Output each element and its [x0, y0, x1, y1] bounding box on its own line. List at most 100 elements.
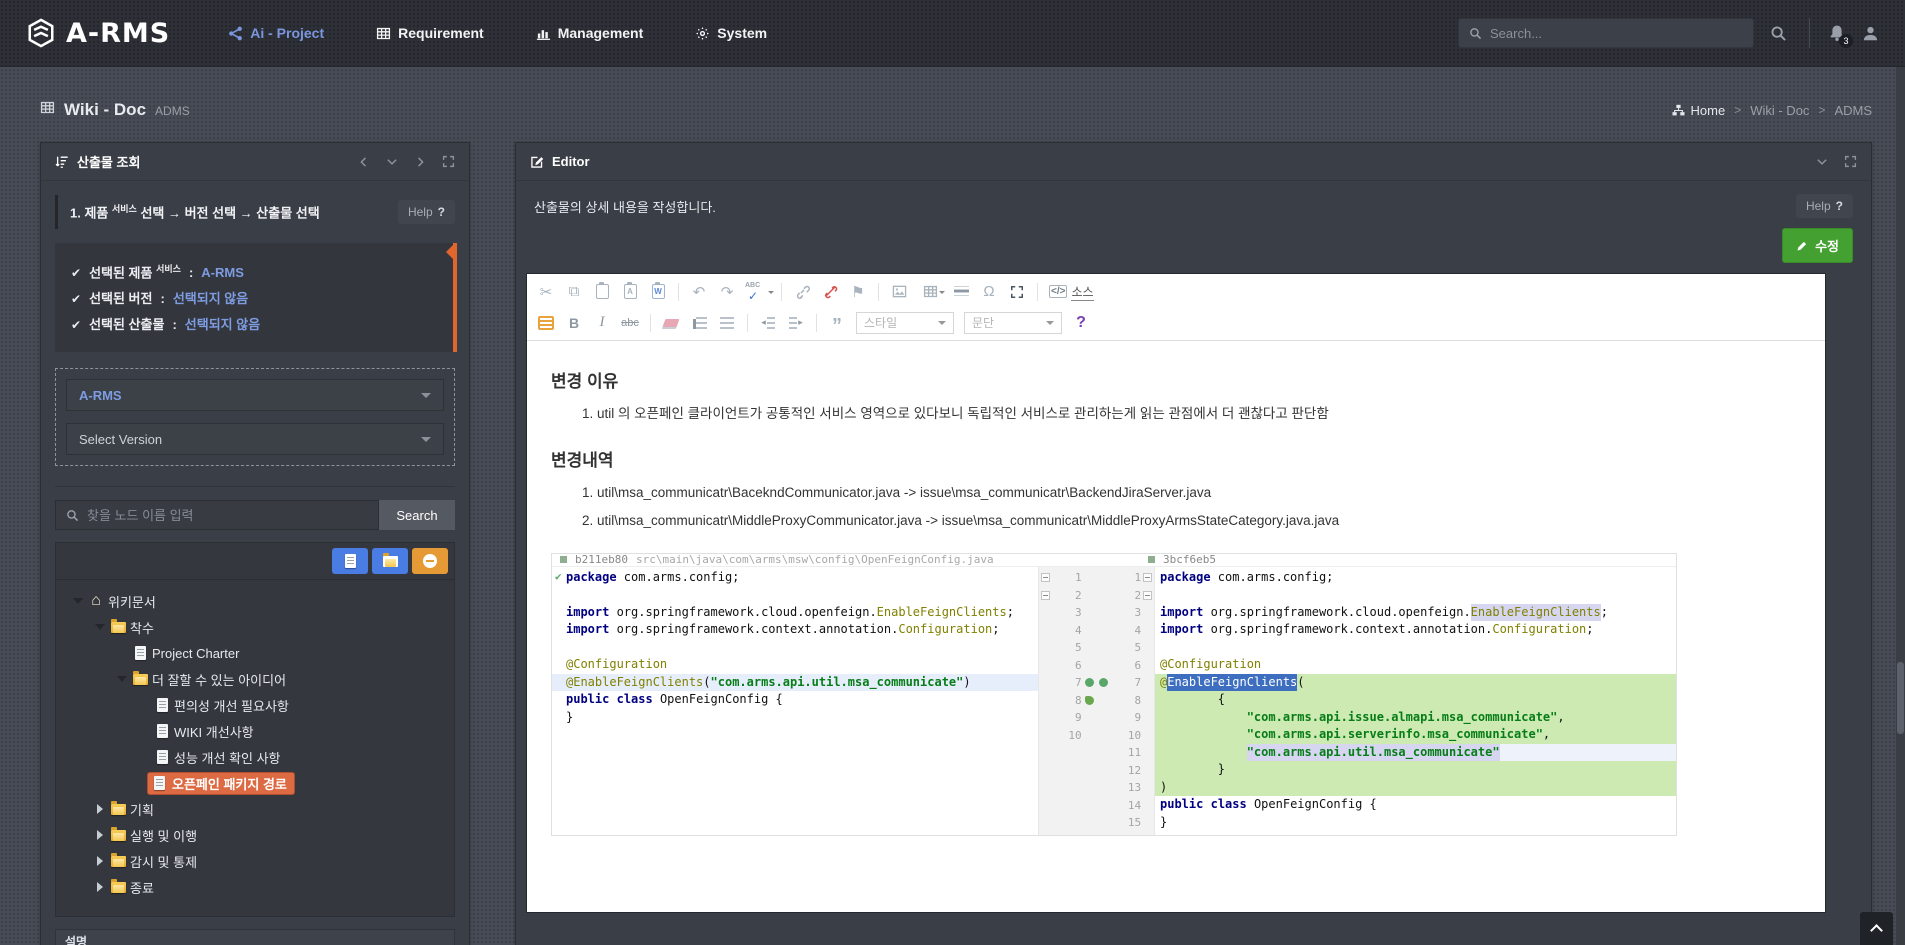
paste-icon[interactable] — [589, 280, 615, 304]
tree-search-input[interactable] — [87, 508, 368, 523]
unlink-icon[interactable] — [817, 280, 843, 304]
strike-icon[interactable]: abc — [617, 311, 643, 335]
redo-icon[interactable]: ↷ — [714, 280, 740, 304]
styles-dropdown[interactable]: 스타일 — [856, 312, 954, 334]
bold-icon[interactable]: B — [561, 311, 587, 335]
indent-icon[interactable]: ▸ — [783, 311, 809, 335]
tree-node-folder[interactable]: 더 잘할 수 있는 아이디어 — [66, 666, 444, 692]
bulleted-list-icon[interactable] — [714, 311, 740, 335]
help-button[interactable]: Help? — [398, 200, 455, 224]
tree-collapse-arrow-icon[interactable] — [114, 671, 130, 687]
templates-icon[interactable] — [533, 311, 559, 335]
paste-word-icon[interactable]: W — [645, 280, 671, 304]
spellcheck-icon[interactable]: ABC✓ — [742, 280, 774, 304]
tree-expand-arrow-icon[interactable] — [92, 882, 108, 892]
tree-collapse-arrow-icon[interactable] — [70, 593, 86, 609]
tree-node-folder[interactable]: 기획 — [66, 796, 444, 822]
eraser-icon[interactable] — [658, 311, 684, 335]
tree-expand-arrow-icon[interactable] — [92, 804, 108, 814]
link-icon[interactable] — [789, 280, 815, 304]
tree-collapse-arrow-icon[interactable] — [92, 619, 108, 635]
paste-text-icon[interactable]: A — [617, 280, 643, 304]
nav-item-management[interactable]: Management — [536, 25, 644, 41]
table-icon[interactable] — [914, 280, 946, 304]
italic-icon[interactable]: I — [589, 311, 615, 335]
tree-expand-arrow-icon[interactable] — [92, 830, 108, 840]
gutter-row: 88 — [1039, 691, 1154, 709]
tree-node-folder[interactable]: 실행 및 이행 — [66, 822, 444, 848]
image-icon[interactable] — [886, 280, 912, 304]
breadcrumb-home[interactable]: Home — [1672, 103, 1726, 118]
page-title-text: Wiki - Doc — [64, 100, 146, 120]
tree-node-doc[interactable]: WIKI 개선사항 — [66, 718, 444, 744]
selected-info-label: 선택된 제품 서비스 — [89, 262, 181, 281]
collapse-down-icon[interactable] — [386, 156, 398, 168]
tree-node-doc[interactable]: 성능 개선 확인 사항 — [66, 744, 444, 770]
tree-node-doc[interactable]: Project Charter — [66, 640, 444, 666]
nav-item-system[interactable]: System — [695, 25, 767, 41]
omega-icon[interactable]: Ω — [976, 280, 1002, 304]
breadcrumb-item[interactable]: Wiki - Doc — [1750, 103, 1809, 118]
diff-left-pane[interactable]: ✔ package com.arms.config;import org.spr… — [552, 567, 1038, 836]
code-line — [552, 639, 1038, 657]
search-submit-icon[interactable] — [1770, 25, 1787, 42]
add-folder-button[interactable] — [372, 548, 408, 574]
code-line: package com.arms.config; — [552, 569, 1038, 587]
about-icon[interactable]: ? — [1068, 311, 1094, 335]
scroll-to-top-button[interactable] — [1860, 912, 1893, 945]
breadcrumb-item[interactable]: ADMS — [1834, 103, 1872, 118]
tree-node-doc[interactable]: 오픈페인 패키지 경로 — [66, 770, 444, 796]
numbered-list-icon[interactable] — [686, 311, 712, 335]
tree-node-selected[interactable]: 오픈페인 패키지 경로 — [148, 773, 294, 794]
nav-item-requirement[interactable]: Requirement — [376, 25, 484, 41]
gutter-row: 15 — [1039, 814, 1154, 832]
editor-content[interactable]: 변경 이유 util 의 오픈페인 클라이언트가 공통적인 서비스 영역으로 있… — [527, 341, 1825, 856]
page-scrollbar[interactable] — [1896, 67, 1905, 945]
deliverable-search-panel: 산출물 조회 1. 제품 서비스 선택 → 버전 선택 → 산출물 선택 Hel… — [40, 142, 470, 945]
fold-icon[interactable] — [1141, 573, 1154, 582]
diff-right-pane[interactable]: package com.arms.config;import org.sprin… — [1155, 567, 1676, 836]
notifications-bell-icon[interactable]: 3 — [1828, 24, 1846, 42]
collapse-right-icon[interactable] — [414, 156, 426, 168]
tree-node-home[interactable]: ⌂위키문서 — [66, 588, 444, 614]
brand[interactable]: A-RMS — [26, 18, 170, 49]
code-segment — [1160, 726, 1247, 744]
nav-search-input[interactable] — [1490, 26, 1743, 41]
paragraph-format-dropdown[interactable]: 문단 — [964, 312, 1062, 334]
outdent-icon[interactable]: ◂ — [755, 311, 781, 335]
expand-panel-icon[interactable] — [1844, 155, 1857, 168]
version-select[interactable]: Select Version — [66, 423, 444, 455]
fold-icon[interactable] — [1039, 573, 1052, 582]
copy-icon[interactable]: ⧉ — [561, 280, 587, 304]
cut-icon[interactable]: ✂ — [533, 280, 559, 304]
tree-node-doc[interactable]: 편의성 개선 필요사항 — [66, 692, 444, 718]
collapse-panel-icon[interactable] — [1816, 156, 1828, 168]
collapse-left-icon[interactable] — [358, 156, 370, 168]
tree-expand-arrow-icon[interactable] — [92, 856, 108, 866]
tree-node-folder[interactable]: 감시 및 통제 — [66, 848, 444, 874]
scrollbar-thumb[interactable] — [1897, 662, 1904, 734]
code-segment: EnableFeignClients — [1167, 674, 1297, 692]
left-line-number: 10 — [1052, 729, 1082, 742]
source-icon[interactable]: </>소스 — [1045, 280, 1098, 304]
fold-icon[interactable] — [1141, 591, 1154, 600]
anchor-icon[interactable]: ⚑ — [845, 280, 871, 304]
tree-node-folder[interactable]: 착수 — [66, 614, 444, 640]
nav-item-ai-project[interactable]: Ai - Project — [228, 25, 324, 41]
tree-node-folder[interactable]: 종료 — [66, 874, 444, 900]
code-segment: "com.arms.api.util.msa_communicate" — [711, 674, 964, 692]
selected-info-label: 선택된 버전 — [89, 288, 152, 307]
product-select[interactable]: A-RMS — [66, 379, 444, 411]
maximize-icon[interactable] — [1004, 280, 1030, 304]
expand-panel-icon[interactable] — [442, 155, 455, 168]
tree-search-button[interactable]: Search — [379, 500, 455, 530]
add-document-button[interactable] — [332, 548, 368, 574]
quote-icon[interactable]: ” — [824, 311, 850, 335]
edit-button[interactable]: 수정 — [1782, 228, 1853, 263]
user-profile-icon[interactable] — [1862, 25, 1879, 42]
undo-icon[interactable]: ↶ — [686, 280, 712, 304]
help-button[interactable]: Help? — [1796, 194, 1853, 218]
fold-icon[interactable] — [1039, 591, 1052, 600]
hline-icon[interactable] — [948, 280, 974, 304]
remove-node-button[interactable] — [412, 548, 448, 574]
